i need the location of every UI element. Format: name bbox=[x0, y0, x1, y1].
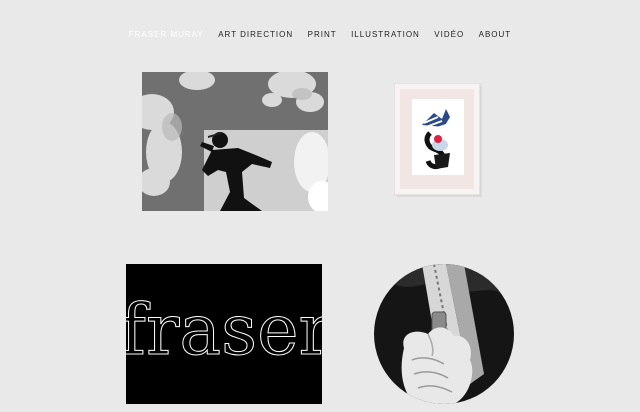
project-tile-fraser-wordmark[interactable]: fraser bbox=[126, 264, 322, 404]
framed-artwork-image bbox=[394, 83, 482, 197]
nav-item-home[interactable]: FRASER MURAY bbox=[129, 29, 204, 41]
nav-item-illustration[interactable]: ILLUSTRATION bbox=[351, 29, 420, 41]
nav-item-video[interactable]: VIDÉO bbox=[434, 29, 464, 41]
nav-item-print[interactable]: PRINT bbox=[308, 29, 337, 41]
fraser-wordmark-image: fraser bbox=[126, 264, 322, 404]
project-tile-clouds-runner[interactable] bbox=[142, 72, 328, 211]
clouds-runner-image bbox=[142, 72, 328, 211]
nav-item-art-direction[interactable]: ART DIRECTION bbox=[218, 29, 293, 41]
project-tile-zipper-hand[interactable] bbox=[374, 264, 514, 404]
nav-item-about[interactable]: ABOUT bbox=[479, 29, 512, 41]
fraser-wordmark-text: fraser bbox=[126, 289, 322, 371]
main-nav: FRASER MURAY ART DIRECTION PRINT ILLUSTR… bbox=[0, 24, 640, 42]
zipper-hand-image bbox=[374, 264, 514, 404]
project-tile-framed-artwork[interactable] bbox=[394, 83, 483, 198]
portfolio-page: FRASER MURAY ART DIRECTION PRINT ILLUSTR… bbox=[0, 0, 640, 412]
